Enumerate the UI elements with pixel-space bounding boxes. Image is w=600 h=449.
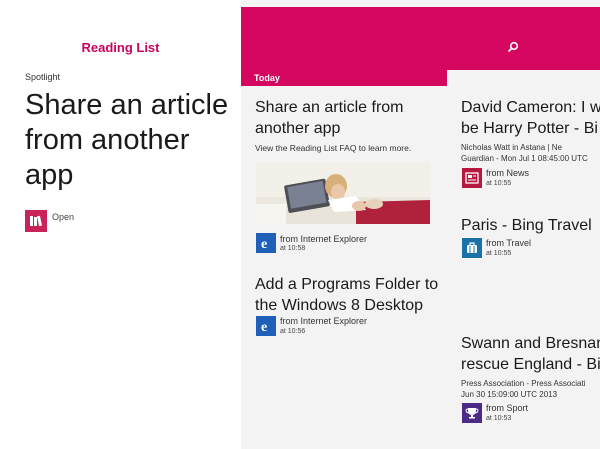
books-icon[interactable] (25, 210, 47, 232)
article-title-line-1[interactable]: Swann and Bresnan (461, 333, 600, 354)
trophy-icon (462, 403, 482, 423)
saved-time: at 10:55 (486, 250, 512, 257)
article-title[interactable]: Add a Programs Folder to the Windows 8 D… (255, 274, 445, 316)
saved-time: at 10:56 (280, 328, 306, 335)
article-title-line-2[interactable]: be Harry Potter - Bi (461, 118, 598, 139)
article-image[interactable] (256, 162, 430, 224)
spotlight-title[interactable]: Share an article from another app (25, 88, 237, 193)
article-title[interactable]: Share an article from another app (255, 97, 445, 139)
saved-time: at 10:55 (486, 180, 512, 187)
source-label: from Internet Explorer (280, 234, 368, 244)
svg-text:e: e (261, 237, 267, 250)
source-label: from News (486, 168, 530, 178)
article-title-line-2[interactable]: rescue England - Bin (461, 354, 600, 375)
saved-time: at 10:58 (280, 245, 306, 252)
article-byline: Nicholas Watt in Astana | Ne (461, 143, 562, 152)
section-header-today: Today (254, 73, 280, 83)
search-icon[interactable] (507, 40, 519, 53)
article-description: View the Reading List FAQ to learn more. (255, 143, 412, 153)
internet-explorer-icon: e (256, 316, 276, 336)
news-icon (462, 168, 482, 188)
article-byline: Press Association - Press Associati (461, 379, 586, 388)
article-title-line-1[interactable]: David Cameron: I wa (461, 97, 600, 118)
article-title[interactable]: Paris - Bing Travel (461, 215, 592, 236)
spotlight-label: Spotlight (25, 72, 61, 82)
source-label: from Internet Explorer (280, 316, 368, 326)
app-title: Reading List (81, 40, 160, 55)
svg-text:e: e (261, 320, 267, 333)
article-byline: Jun 30 15:09:00 UTC 2013 (461, 390, 558, 399)
source-label: from Travel (486, 238, 532, 248)
open-button[interactable]: Open (52, 212, 74, 222)
travel-icon (462, 238, 482, 258)
saved-time: at 10:53 (486, 415, 512, 422)
source-label: from Sport (486, 403, 529, 413)
internet-explorer-icon: e (256, 233, 276, 253)
article-byline: Guardian - Mon Jul 1 08:45:00 UTC (461, 154, 588, 163)
header-band (241, 7, 600, 70)
